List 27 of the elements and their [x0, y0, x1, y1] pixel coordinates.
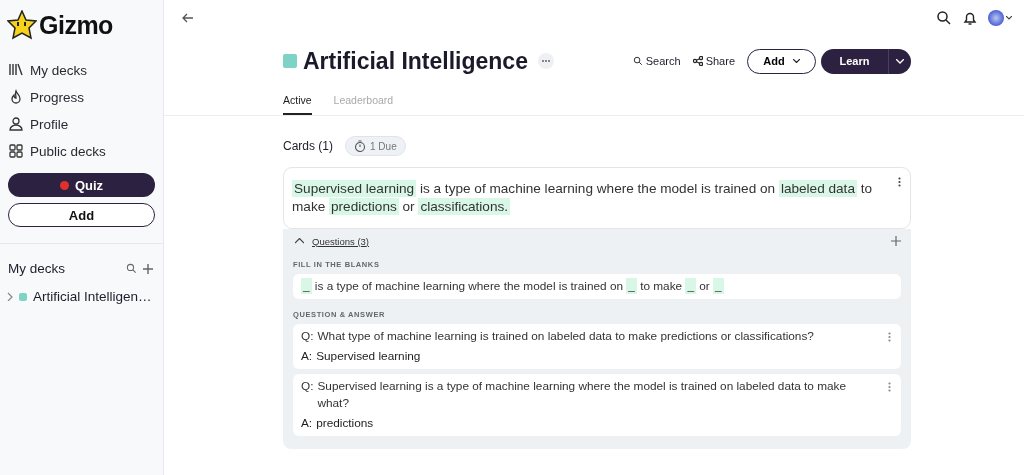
fill-in-sentence: _ is a type of machine learning where the model is trained on _ to make _ or _: [301, 278, 724, 294]
nav-item[interactable]: Public decks: [8, 138, 155, 164]
deck-item[interactable]: Artificial Intelligen…: [33, 289, 152, 304]
nav-item[interactable]: My decks: [8, 57, 155, 83]
answer-label: A:: [301, 415, 313, 432]
question-label: Q:: [301, 328, 314, 345]
nav-item[interactable]: Progress: [8, 84, 155, 110]
answer-text: Supervised learning: [316, 348, 421, 365]
tab[interactable]: Active: [283, 91, 312, 115]
answer-text: predictions: [316, 415, 374, 432]
quiz-button[interactable]: Quiz: [8, 173, 155, 197]
cards-count: Cards (1): [283, 139, 333, 153]
question-text: What type of machine learning is trained on labeled data to make predictions or classifications?: [317, 328, 814, 345]
share-link[interactable]: Share: [692, 55, 735, 67]
app-logo[interactable]: Gizmo: [39, 10, 113, 40]
due-badge: 1 Due: [345, 136, 406, 156]
card-text: Supervised learning is a type of machine learning where the model is trained on labeled data to make predictions or classifications.: [292, 180, 874, 216]
deck-title: Artificial Intelligence: [303, 47, 528, 75]
section-heading: My decks: [8, 261, 66, 276]
question-label: Q:: [301, 378, 314, 395]
search-link[interactable]: Search: [632, 55, 681, 67]
questions-link[interactable]: Questions (3): [312, 235, 370, 247]
nav-item[interactable]: Profile: [8, 111, 155, 137]
answer-label: A:: [301, 348, 313, 365]
add-button[interactable]: Add: [747, 48, 816, 74]
question-text: Supervised learning is a type of machine learning where the model is trained on labeled data to make what?: [317, 378, 848, 412]
add-button[interactable]: Add: [8, 203, 155, 227]
